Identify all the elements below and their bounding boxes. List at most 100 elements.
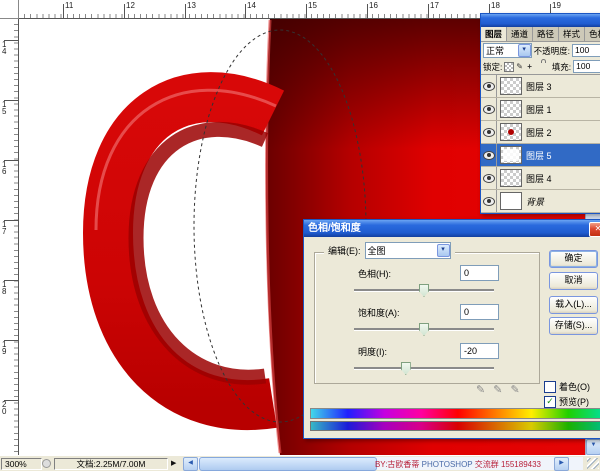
lock-transparency-icon[interactable] bbox=[504, 62, 513, 72]
slider-group: 饱和度(A): 0 bbox=[350, 304, 550, 343]
cancel-button[interactable]: 取消 bbox=[549, 272, 598, 290]
ruler-major-tick bbox=[306, 4, 307, 18]
edit-channel-select[interactable]: 全图 ▾ bbox=[365, 242, 451, 259]
ruler-number: 12 bbox=[126, 1, 135, 10]
layer-name: 图层 4 bbox=[526, 172, 552, 185]
ruler-major-tick bbox=[4, 220, 18, 221]
slider-value-input[interactable]: 0 bbox=[460, 304, 499, 320]
ruler-major-tick bbox=[63, 4, 64, 18]
save-button[interactable]: 存储(S)... bbox=[549, 317, 598, 335]
close-icon[interactable]: ✕ bbox=[589, 222, 600, 237]
preview-row: ✓ 预览(P) bbox=[544, 395, 589, 408]
edit-row: 编辑(E): 全图 ▾ bbox=[324, 242, 455, 259]
eye-toggle[interactable] bbox=[481, 98, 497, 120]
scroll-down-icon: ▼ bbox=[591, 442, 597, 448]
dialog-titlebar[interactable]: 色相/饱和度 ✕ bbox=[304, 220, 600, 237]
horizontal-scrollbar[interactable]: ◀ ▶ BY:古欧香蒂 PHOTOSHOP 交流群 155189433 bbox=[183, 457, 583, 470]
tab-panel-2[interactable]: 路径 bbox=[533, 27, 559, 41]
colorize-checkbox[interactable] bbox=[544, 381, 556, 393]
ruler-major-tick bbox=[428, 4, 429, 18]
ruler-major-tick bbox=[4, 160, 18, 161]
ruler-major-tick bbox=[185, 4, 186, 18]
blend-mode-row: 正常 ▾ 不透明度: 100 bbox=[481, 42, 600, 59]
slider-value-input[interactable]: -20 bbox=[460, 343, 499, 359]
layer-content-dot bbox=[508, 129, 514, 135]
ruler-number: 1 7 bbox=[2, 222, 6, 236]
lock-paint-icon[interactable]: ✎ bbox=[516, 62, 524, 71]
ruler-number: 1 8 bbox=[2, 282, 6, 296]
blend-mode-select[interactable]: 正常 ▾ bbox=[483, 43, 532, 58]
scroll-left-button[interactable]: ◀ bbox=[183, 457, 198, 471]
colorize-label: 着色(O) bbox=[559, 380, 590, 393]
tab-panel-4[interactable]: 色板 bbox=[585, 27, 600, 41]
eye-toggle[interactable] bbox=[481, 144, 497, 166]
eye-toggle[interactable] bbox=[481, 167, 497, 189]
slider-value-input[interactable]: 0 bbox=[460, 265, 499, 281]
tab-layers[interactable]: 图层 bbox=[481, 27, 507, 41]
layer-thumbnail bbox=[500, 100, 522, 118]
ruler-number: 13 bbox=[187, 1, 196, 10]
scroll-down-button[interactable]: ▼ bbox=[586, 439, 600, 455]
eye-toggle[interactable] bbox=[481, 121, 497, 143]
eye-icon bbox=[483, 151, 495, 160]
ruler-number: 1 4 bbox=[2, 42, 6, 56]
zoom-level-input[interactable]: 300% bbox=[1, 458, 42, 470]
eye-toggle[interactable] bbox=[481, 75, 497, 97]
layer-row[interactable]: 图层 2 bbox=[481, 121, 600, 144]
ruler-major-tick bbox=[4, 340, 18, 341]
tab-panel-1[interactable]: 通道 bbox=[507, 27, 533, 41]
opacity-input[interactable]: 100 bbox=[572, 44, 600, 57]
chevron-down-icon: ▾ bbox=[437, 244, 450, 257]
slider-group: 色相(H):0 bbox=[350, 265, 550, 304]
layer-row[interactable]: 图层 3 bbox=[481, 75, 600, 98]
slider-label: 饱和度(A): bbox=[358, 306, 400, 319]
eyedropper-icon[interactable]: ✎ bbox=[476, 383, 485, 396]
watermark-app: PHOTOSHOP bbox=[422, 460, 473, 469]
slider-thumb[interactable] bbox=[419, 284, 429, 297]
ruler-major-tick bbox=[124, 4, 125, 18]
hue-saturation-dialog: 色相/饱和度 ✕ 编辑(E): 全图 ▾ 色相(H):0 饱和度(A): 0 明度(I… bbox=[303, 219, 600, 439]
lock-move-icon[interactable]: + bbox=[526, 62, 534, 71]
hue-bar-source bbox=[310, 408, 600, 419]
slider-track[interactable] bbox=[354, 289, 494, 291]
layers-panel-titlebar[interactable] bbox=[481, 14, 600, 27]
layer-name: 图层 3 bbox=[526, 80, 552, 93]
eyedropper-minus-icon[interactable]: ✎ bbox=[510, 383, 519, 396]
layer-row[interactable]: 图层 4 bbox=[481, 167, 600, 190]
edit-channel-value: 全图 bbox=[366, 245, 437, 257]
watermark-by: BY:古欧香蒂 bbox=[375, 460, 419, 469]
lock-label: 锁定: bbox=[483, 61, 502, 73]
layer-name: 图层 1 bbox=[526, 103, 552, 116]
layer-thumbnail bbox=[500, 77, 522, 95]
layer-thumbnail bbox=[500, 169, 522, 187]
status-circle-icon bbox=[42, 459, 51, 468]
colorize-row: 着色(O) bbox=[544, 380, 590, 393]
eye-icon bbox=[483, 174, 495, 183]
ruler-major-tick bbox=[4, 100, 18, 101]
slider-thumb[interactable] bbox=[419, 323, 429, 336]
ruler-number: 11 bbox=[65, 1, 73, 10]
eyedropper-plus-icon[interactable]: ✎ bbox=[493, 383, 502, 396]
slider-label: 明度(I): bbox=[358, 345, 387, 358]
doc-size-info[interactable]: 文档:2.25M/7.00M bbox=[54, 458, 168, 470]
preview-checkbox[interactable]: ✓ bbox=[544, 396, 556, 408]
scrollbar-thumb[interactable] bbox=[199, 457, 377, 471]
layers-panel-tabs: 图层通道路径样式色板 bbox=[481, 27, 600, 42]
sliders-section: 色相(H):0 饱和度(A): 0 明度(I): -20 bbox=[350, 265, 550, 382]
load-button[interactable]: 载入(L)... bbox=[549, 296, 598, 314]
status-popup-arrow-icon[interactable]: ▶ bbox=[171, 459, 176, 467]
slider-thumb[interactable] bbox=[401, 362, 411, 375]
eye-toggle[interactable] bbox=[481, 190, 497, 212]
layer-row[interactable]: 背景 bbox=[481, 190, 600, 213]
scroll-right-button[interactable]: ▶ bbox=[554, 457, 569, 471]
ok-button[interactable]: 确定 bbox=[549, 250, 598, 268]
layer-name: 图层 5 bbox=[526, 149, 552, 162]
tab-panel-3[interactable]: 样式 bbox=[559, 27, 585, 41]
fill-input[interactable]: 100 bbox=[573, 60, 600, 73]
eye-icon bbox=[483, 105, 495, 114]
slider-track[interactable] bbox=[354, 328, 494, 330]
slider-track[interactable] bbox=[354, 367, 494, 369]
layer-row[interactable]: 图层 5 bbox=[481, 144, 600, 167]
ruler-number: 17 bbox=[430, 1, 439, 10]
layer-row[interactable]: 图层 1 bbox=[481, 98, 600, 121]
